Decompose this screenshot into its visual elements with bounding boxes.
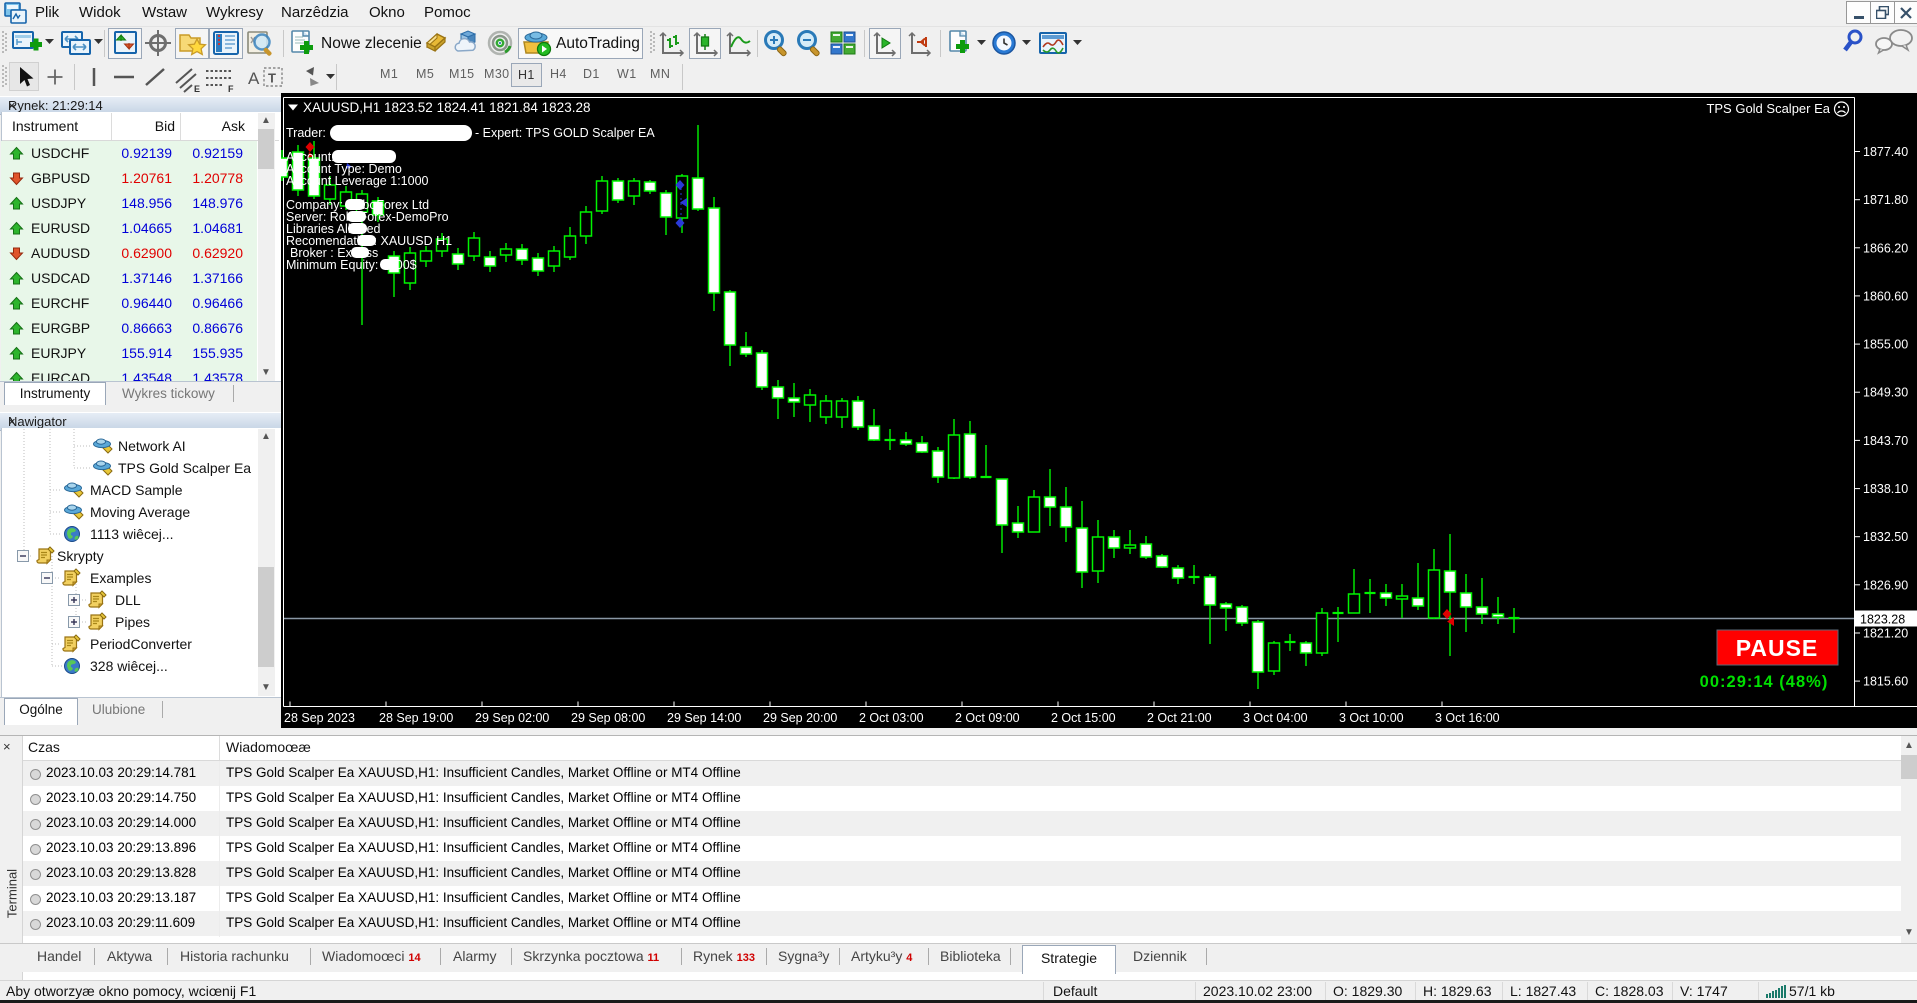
svg-text:PAUSE: PAUSE xyxy=(1736,635,1819,661)
svg-text:1826.90: 1826.90 xyxy=(1863,578,1908,592)
svg-text:1877.40: 1877.40 xyxy=(1863,145,1908,159)
svg-text:1113 wiêcej...: 1113 wiêcej... xyxy=(90,526,174,542)
svg-text:28 Sep 19:00: 28 Sep 19:00 xyxy=(379,711,453,725)
svg-text:328 wiêcej...: 328 wiêcej... xyxy=(90,658,168,674)
svg-text:Moving Average: Moving Average xyxy=(90,504,190,520)
svg-text:29 Sep 20:00: 29 Sep 20:00 xyxy=(763,711,837,725)
svg-text:TPS Gold Scalper Ea: TPS Gold Scalper Ea xyxy=(1706,101,1830,116)
svg-text:3 Oct 10:00: 3 Oct 10:00 xyxy=(1339,711,1404,725)
svg-text:1866.20: 1866.20 xyxy=(1863,241,1908,255)
svg-text:Network AI: Network AI xyxy=(118,438,186,454)
svg-text:1871.80: 1871.80 xyxy=(1863,193,1908,207)
svg-text:2 Oct 15:00: 2 Oct 15:00 xyxy=(1051,711,1116,725)
svg-text:Pipes: Pipes xyxy=(115,614,150,630)
svg-text:1832.50: 1832.50 xyxy=(1863,530,1908,544)
svg-text:29 Sep 02:00: 29 Sep 02:00 xyxy=(475,711,549,725)
svg-text:1815.60: 1815.60 xyxy=(1863,675,1908,689)
svg-text:29 Sep 08:00: 29 Sep 08:00 xyxy=(571,711,645,725)
svg-text:Trader:: Trader: xyxy=(286,126,326,140)
svg-text:29 Sep 14:00: 29 Sep 14:00 xyxy=(667,711,741,725)
svg-text:Account Leverage 1:1000: Account Leverage 1:1000 xyxy=(286,174,429,188)
svg-text:PeriodConverter: PeriodConverter xyxy=(90,636,192,652)
svg-text:A: A xyxy=(248,69,260,88)
svg-text:1849.30: 1849.30 xyxy=(1863,386,1908,400)
svg-text:F: F xyxy=(228,84,234,93)
svg-text:1838.10: 1838.10 xyxy=(1863,482,1908,496)
svg-text:AutoTrading: AutoTrading xyxy=(556,35,640,52)
svg-text:2 Oct 21:00: 2 Oct 21:00 xyxy=(1147,711,1212,725)
svg-text:Skrypty: Skrypty xyxy=(57,548,104,564)
svg-text:00:29:14 (48%): 00:29:14 (48%) xyxy=(1700,673,1829,691)
svg-text:E: E xyxy=(194,84,200,93)
svg-text:2 Oct 09:00: 2 Oct 09:00 xyxy=(955,711,1020,725)
svg-text:Minimum Equity: 1000$: Minimum Equity: 1000$ xyxy=(286,258,417,272)
svg-text:DLL: DLL xyxy=(115,592,141,608)
svg-text:TPS Gold Scalper Ea: TPS Gold Scalper Ea xyxy=(118,460,251,476)
svg-text:2 Oct 03:00: 2 Oct 03:00 xyxy=(859,711,924,725)
svg-text:Nowe zlecenie: Nowe zlecenie xyxy=(321,35,422,52)
svg-text:3 Oct 04:00: 3 Oct 04:00 xyxy=(1243,711,1308,725)
svg-text:1855.00: 1855.00 xyxy=(1863,338,1908,352)
svg-text:Examples: Examples xyxy=(90,570,151,586)
svg-text:1823.28: 1823.28 xyxy=(1860,613,1905,627)
svg-text:3 Oct 16:00: 3 Oct 16:00 xyxy=(1435,711,1500,725)
svg-text:XAUUSD,H1 1823.52 1824.41 18: XAUUSD,H1 1823.52 1824.41 1821.84 1823.2… xyxy=(303,100,590,115)
svg-text:1821.20: 1821.20 xyxy=(1863,627,1908,641)
svg-text:MACD Sample: MACD Sample xyxy=(90,482,183,498)
svg-text:28 Sep 2023: 28 Sep 2023 xyxy=(284,711,355,725)
svg-text:1843.70: 1843.70 xyxy=(1863,434,1908,448)
svg-text:- Expert: TPS GOLD Scalper E: - Expert: TPS GOLD Scalper EA xyxy=(475,126,655,140)
svg-text:1860.60: 1860.60 xyxy=(1863,289,1908,303)
svg-text:T: T xyxy=(268,71,276,86)
